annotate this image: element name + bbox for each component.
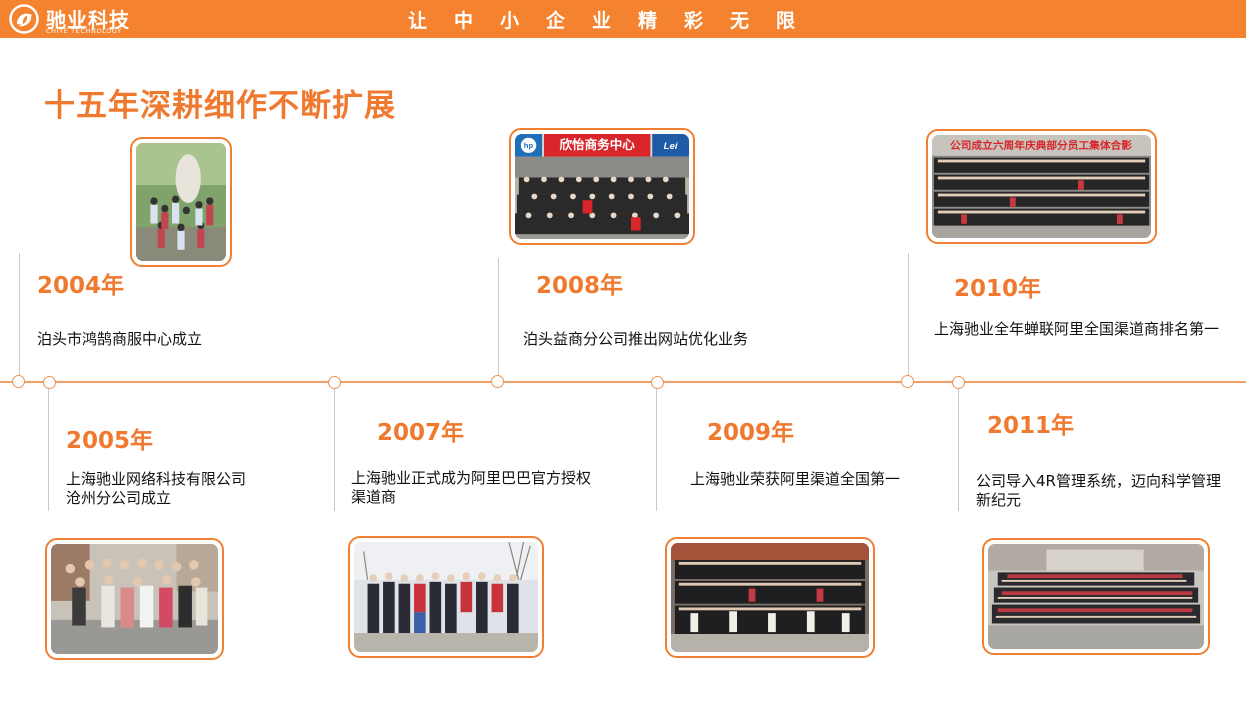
timeline-axis [0, 381, 1246, 383]
connector-2005 [48, 383, 49, 511]
milestone-year: 2007年 [377, 420, 465, 446]
connector-2007 [334, 383, 335, 511]
timeline-node-2007 [328, 376, 341, 389]
photo-2007 [348, 536, 544, 658]
timeline-node-2008 [491, 375, 504, 388]
timeline-node-2010 [901, 375, 914, 388]
hp-logo: hp [524, 141, 534, 150]
connector-2008 [498, 258, 499, 381]
milestone-text: 公司导入4R管理系统，迈向科学管理新纪元 [976, 472, 1221, 509]
milestone-text: 上海驰业网络科技有限公司沧州分公司成立 [66, 470, 247, 507]
photo-sign-text: 欣怡商务中心 [559, 137, 635, 152]
photo-2005 [45, 538, 224, 660]
swirl-logo-icon [9, 4, 39, 34]
brand-logo[interactable]: 驰业科技 CHIYE TECHNOLOGY [8, 2, 158, 36]
milestone-text: 泊头益商分公司推出网站优化业务 [523, 330, 749, 348]
milestone-year: 2010年 [954, 276, 1042, 302]
photo-2009 [665, 537, 875, 658]
timeline-node-2009 [651, 376, 664, 389]
timeline-node-2005 [43, 376, 56, 389]
photo-2011 [982, 538, 1210, 655]
milestone-text: 泊头市鸿鹄商服中心成立 [37, 330, 203, 348]
timeline-node-2011 [952, 376, 965, 389]
milestone-text: 上海驰业正式成为阿里巴巴官方授权渠道商 [351, 469, 592, 506]
photo-2004 [130, 137, 232, 267]
header-bar: 驰业科技 CHIYE TECHNOLOGY 让中小企业精彩无限 [0, 0, 1246, 38]
connector-2010 [908, 253, 909, 381]
photo-banner-text: 公司成立六周年庆典部分员工集体合影 [950, 139, 1132, 152]
page-title: 十五年深耕细作不断扩展 [44, 88, 396, 124]
lenovo-logo: Lei [664, 141, 678, 152]
timeline-node-2004 [12, 375, 25, 388]
brand-subtitle: CHIYE TECHNOLOGY [46, 27, 122, 35]
milestone-text: 上海驰业荣获阿里渠道全国第一 [690, 470, 901, 488]
milestone-year: 2011年 [987, 413, 1075, 439]
photo-2010: 公司成立六周年庆典部分员工集体合影 [926, 129, 1157, 244]
connector-2009 [656, 383, 657, 511]
header-slogan: 让中小企业精彩无限 [408, 10, 823, 32]
milestone-year: 2009年 [707, 420, 795, 446]
milestone-year: 2008年 [536, 273, 624, 299]
connector-2004 [19, 253, 20, 381]
milestone-year: 2004年 [37, 273, 125, 299]
milestone-text: 上海驰业全年蝉联阿里全国渠道商排名第一 [934, 320, 1220, 338]
milestone-year: 2005年 [66, 428, 154, 454]
connector-2011 [958, 383, 959, 511]
photo-2008: hp 欣怡商务中心 Lei [509, 128, 695, 245]
